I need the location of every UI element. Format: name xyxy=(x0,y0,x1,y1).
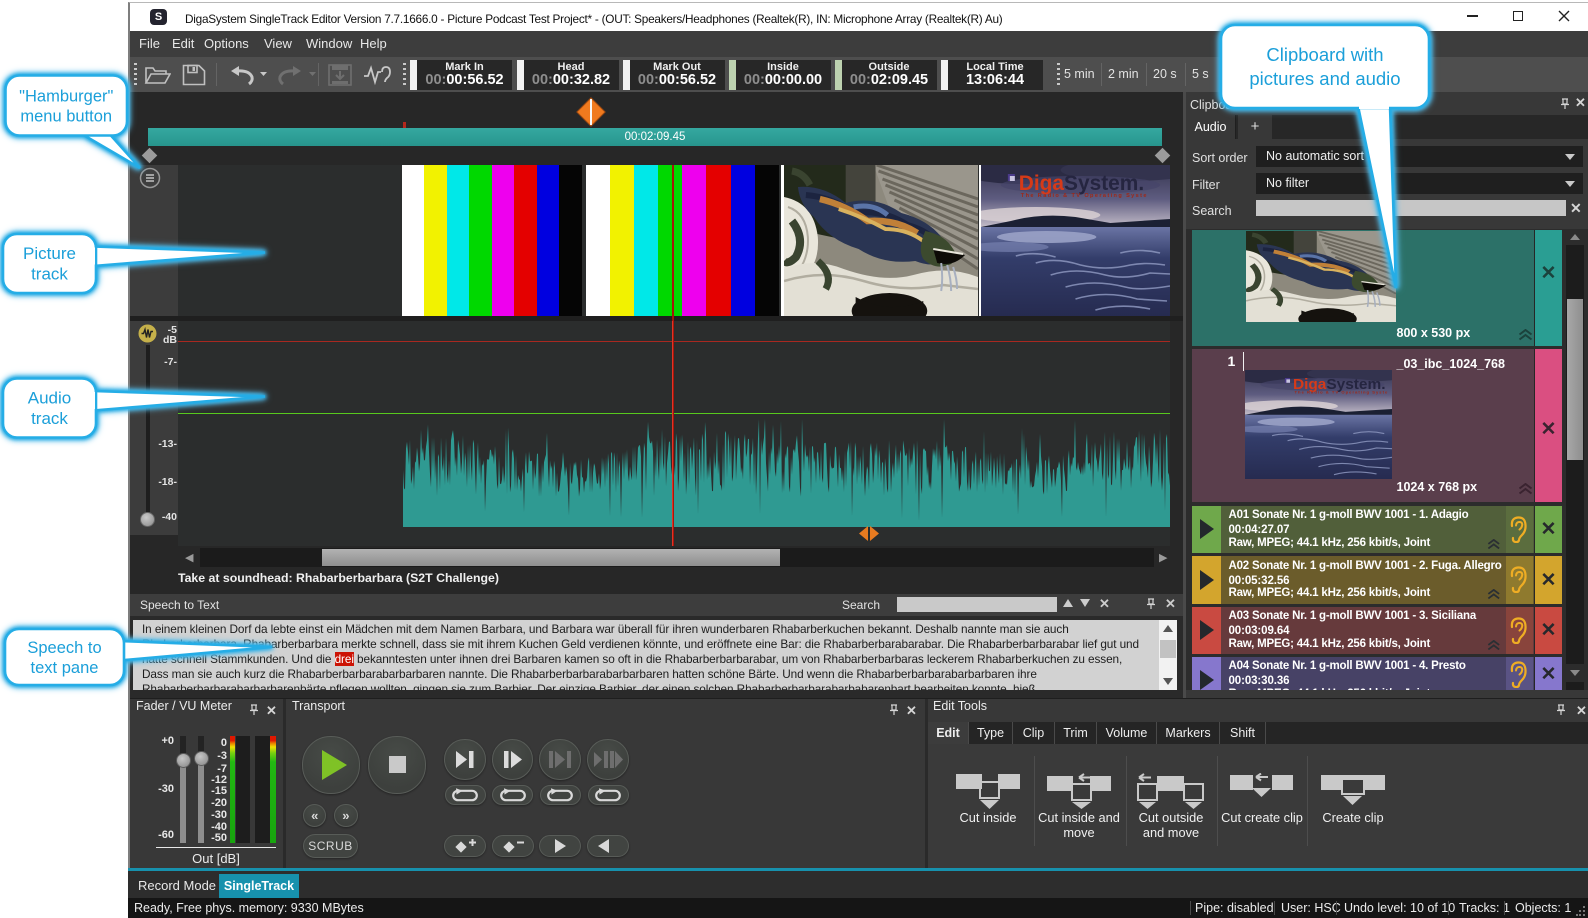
svg-text:The Radio & TV Operating Syste: The Radio & TV Operating Syste xyxy=(1295,390,1389,395)
svg-text:Clipboard with: Clipboard with xyxy=(1266,44,1383,65)
svg-text:track: track xyxy=(31,265,68,284)
svg-text:Picture: Picture xyxy=(23,244,76,263)
svg-text:"Hamburger": "Hamburger" xyxy=(19,87,113,105)
svg-text:DigaSystem.: DigaSystem. xyxy=(1019,172,1144,195)
svg-text:track: track xyxy=(31,409,68,428)
svg-text:Speech to: Speech to xyxy=(27,639,101,657)
svg-text:Audio: Audio xyxy=(28,389,71,408)
svg-text:text pane: text pane xyxy=(31,659,99,677)
svg-text:pictures and audio: pictures and audio xyxy=(1249,68,1400,89)
svg-text:The Radio & TV Operating Syste: The Radio & TV Operating Syste xyxy=(1021,193,1148,199)
svg-text:menu button: menu button xyxy=(20,107,112,125)
